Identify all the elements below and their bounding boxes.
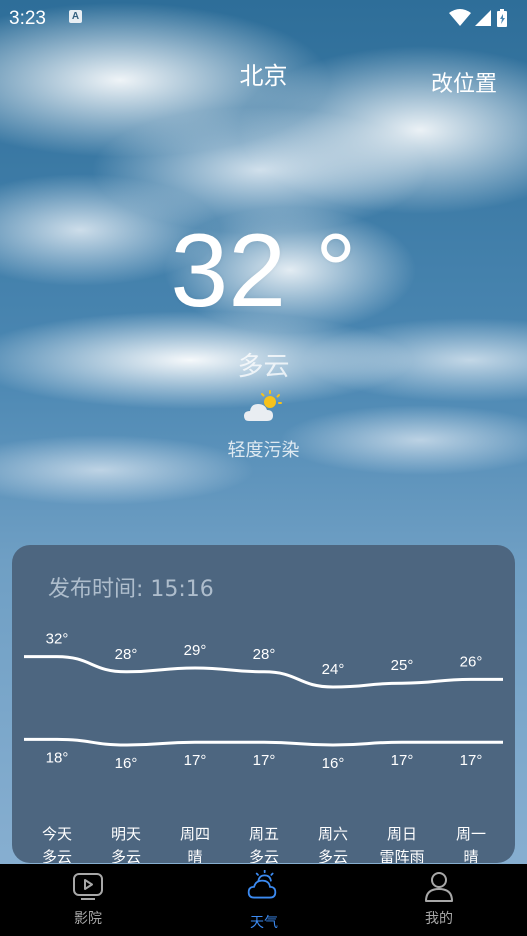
low-temp-label: 16°	[322, 755, 345, 772]
high-temp-label: 25°	[391, 657, 414, 674]
forecast-day-condition: 多云	[41, 848, 72, 863]
forecast-day: 周一晴	[436, 823, 506, 863]
forecast-day: 周六 多云	[298, 823, 368, 863]
current-temperature: 32 °	[170, 213, 357, 329]
status-time: 3:23	[9, 8, 46, 29]
change-location-button[interactable]: 改位置	[431, 66, 497, 98]
status-icons	[449, 9, 507, 27]
weather-screen: 3:23 A 北京 改位置 32 ° 多云 轻度污染 发布时间: 15:16 3…	[0, 0, 527, 936]
forecast-day-condition: 晴	[187, 848, 203, 863]
temperature-trend-chart: 32° 18° 28° 16° 29° 17° 28° 17° 24° 16° 25° 17° 26° 1…	[24, 631, 503, 772]
air-quality: 轻度污染	[227, 440, 300, 461]
user-icon	[425, 872, 453, 902]
forecast-day: 周日 雷阵雨	[367, 823, 437, 863]
high-temp-label: 29°	[184, 642, 207, 659]
forecast-day-name: 周一	[455, 825, 486, 843]
nav-item-weather[interactable]: 天气	[204, 864, 324, 936]
partly-cloudy-icon	[244, 390, 282, 421]
forecast-day-name: 周六	[317, 825, 348, 843]
forecast-card: 发布时间: 15:16 32° 18° 28° 16° 29° 17° 28° 17° 24° 1…	[12, 545, 515, 863]
wifi-icon	[449, 9, 471, 26]
forecast-day: 明天 多云	[91, 823, 161, 863]
high-temp-label: 28°	[253, 646, 276, 663]
low-temperature-line	[24, 737, 503, 747]
signal-icon	[475, 10, 491, 26]
weather-cloud-icon	[247, 870, 277, 899]
forecast-day-condition: 多云	[248, 848, 279, 863]
high-temp-label: 32°	[46, 631, 69, 648]
low-temp-label: 17°	[253, 752, 276, 769]
tv-play-icon	[73, 873, 103, 900]
forecast-day-condition: 雷阵雨	[379, 848, 425, 863]
battery-icon	[497, 9, 507, 27]
low-temp-label: 17°	[460, 752, 483, 769]
high-temp-label: 28°	[115, 646, 138, 663]
nav-label-cinema: 影院	[74, 911, 102, 927]
forecast-day-name: 今天	[41, 825, 72, 843]
forecast-day-name: 周日	[386, 825, 417, 843]
low-temp-label: 17°	[391, 752, 414, 769]
forecast-day-name: 明天	[110, 825, 141, 843]
forecast-day: 周五 多云	[229, 823, 299, 863]
nav-label-profile: 我的	[425, 911, 453, 927]
forecast-day-name: 周五	[248, 825, 279, 843]
forecast-day-condition: 晴	[463, 848, 479, 863]
high-temp-label: 24°	[322, 661, 345, 678]
forecast-day-name: 周四	[179, 825, 210, 843]
nav-item-profile[interactable]: 我的	[379, 864, 499, 936]
status-bar: 3:23 A	[0, 0, 527, 36]
high-temp-label: 26°	[460, 653, 483, 670]
low-temp-label: 16°	[115, 755, 138, 772]
low-temp-label: 17°	[184, 752, 207, 769]
forecast-day-condition: 多云	[317, 848, 348, 863]
current-condition: 多云	[237, 352, 290, 382]
nav-item-cinema[interactable]: 影院	[28, 864, 148, 936]
a-letter-icon: A	[69, 10, 82, 23]
forecast-day: 周四晴	[160, 823, 230, 863]
nav-label-weather: 天气	[250, 915, 278, 931]
bottom-nav: 影院 天气 我的	[0, 864, 527, 936]
forecast-day: 今天 多云	[22, 823, 92, 863]
forecast-day-condition: 多云	[110, 848, 141, 863]
low-temp-label: 18°	[46, 749, 69, 766]
